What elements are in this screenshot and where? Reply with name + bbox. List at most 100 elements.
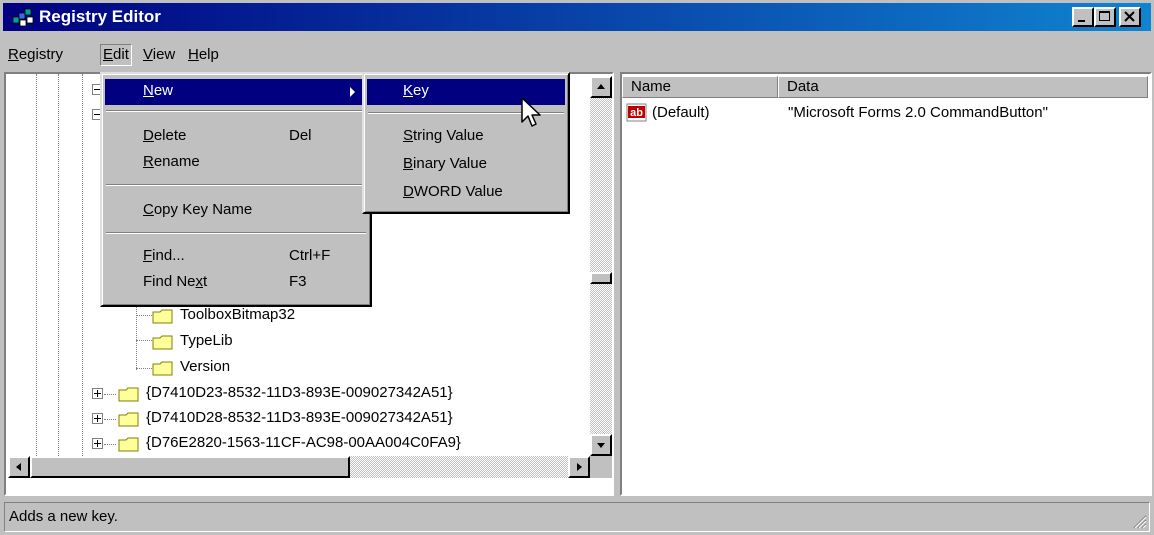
arrow-left-icon [16,463,21,471]
menu-item-rename[interactable]: Rename [105,150,367,176]
menu-item-delete-mnemonic: D [143,127,154,144]
menu-help-mnemonic: H [188,46,199,63]
tree-guide-line [104,394,116,395]
column-header-data[interactable]: Data [778,76,1148,98]
arrow-up-icon [597,84,605,89]
tree-item[interactable]: TypeLib [152,330,452,354]
close-button[interactable] [1119,7,1141,27]
tree-item-label: Version [180,358,231,375]
scroll-left-button[interactable] [8,456,30,478]
menu-item-find[interactable]: Find... Ctrl+F [105,244,367,270]
minimize-icon [1078,20,1085,22]
scrollbar-corner [590,456,612,478]
submenu-item-key-rest: ey [413,82,429,99]
tree-item-label: ToolboxBitmap32 [180,306,296,323]
values-list-pane[interactable]: Name Data ab (Default) "Microsoft Forms … [620,72,1152,496]
menu-item-find-rest: ind... [152,247,185,264]
tree-guide-line [82,74,83,456]
menu-view-rest: iew [152,46,176,63]
scroll-thumb[interactable] [590,272,612,284]
scroll-down-button[interactable] [590,434,612,456]
menu-item-find-shortcut: Ctrl+F [289,247,331,264]
menu-item-find-next-pre: Find Ne [143,273,196,290]
minimize-button[interactable] [1072,7,1094,27]
submenu-item-key-mnemonic: K [403,82,414,99]
menu-item-copy-key-name-rest: opy Key Name [153,201,253,218]
title-bar[interactable]: Registry Editor [3,3,1151,31]
folder-icon [118,412,139,427]
tree-expander-plus[interactable] [92,438,103,449]
status-text: Adds a new key. [9,508,118,525]
tree-guide-line [58,74,59,456]
mouse-pointer-icon [521,97,541,127]
tree-item-label: {D76E2820-1563-11CF-AC98-00AA004C0FA9} [146,434,461,451]
menu-help[interactable]: Help [186,45,221,65]
submenu-item-dword-value[interactable]: DWORD Value [367,180,565,206]
new-submenu: Key String Value Binary Value DWORD Valu… [362,72,570,214]
menu-item-delete-shortcut: Del [289,127,312,144]
edit-menu: New Delete Del Rename Copy Key Name Find… [100,72,372,307]
tree-item-label: {D7410D28-8532-11D3-893E-009027342A51} [146,409,453,426]
menu-item-find-next-rest: t [203,273,208,290]
menu-view[interactable]: View [141,45,177,65]
submenu-item-dword-value-mnemonic: D [403,183,414,200]
arrow-down-icon [597,443,605,448]
folder-icon [152,309,173,324]
menu-separator [106,110,366,112]
maximize-icon [1099,11,1110,21]
menu-registry[interactable]: Registry [6,45,65,65]
menu-help-rest: elp [198,46,219,63]
resize-grip-icon[interactable] [1129,511,1147,529]
close-icon [1124,11,1135,22]
scroll-right-button[interactable] [568,456,590,478]
submenu-item-binary-value[interactable]: Binary Value [367,152,565,178]
menu-registry-rest: egistry [18,46,64,63]
menu-edit[interactable]: Edit [100,44,132,66]
submenu-item-binary-value-rest: inary Value [413,155,487,172]
tree-guide-line [36,74,37,456]
tree-guide-line [136,315,152,316]
value-data: "Microsoft Forms 2.0 CommandButton" [788,104,1048,121]
menu-item-delete[interactable]: Delete Del [105,124,367,150]
submenu-item-string-value-mnemonic: S [403,127,414,144]
list-item[interactable]: ab (Default) "Microsoft Forms 2.0 Comman… [622,102,1148,124]
folder-icon [118,437,139,452]
tree-horizontal-scrollbar[interactable] [8,456,590,478]
tree-expander-plus[interactable] [92,388,103,399]
menu-item-find-next-shortcut: F3 [289,273,307,290]
scroll-up-button[interactable] [590,76,612,98]
folder-icon [118,387,139,402]
tree-item-label: {D7410D23-8532-11D3-893E-009027342A51} [146,384,453,401]
tree-vertical-scrollbar[interactable] [590,76,612,456]
menu-edit-mnemonic: E [103,46,114,63]
scroll-thumb[interactable] [30,456,350,478]
maximize-button[interactable] [1094,7,1116,27]
menu-edit-rest: dit [113,46,129,63]
menu-separator [106,184,366,186]
menu-item-new[interactable]: New [105,79,367,105]
tree-item[interactable]: Version [152,356,452,380]
tree-expander-plus[interactable] [92,413,103,424]
menu-item-rename-mnemonic: R [143,153,154,170]
menu-item-find-next-mnemonic: x [195,273,204,290]
submenu-arrow-icon [350,87,355,97]
menu-item-find-next[interactable]: Find Next F3 [105,270,367,296]
column-header-name[interactable]: Name [622,76,778,98]
registry-editor-icon [12,8,34,27]
status-bar: Adds a new key. [4,502,1150,532]
menu-item-copy-key-name-mnemonic: C [143,201,154,218]
menu-bar: Registry Edit View Help [3,42,1151,70]
tree-guide-line [136,340,152,341]
tree-item[interactable]: {D76E2820-1563-11CF-AC98-00AA004C0FA9} [92,432,582,456]
tree-item[interactable]: {D7410D28-8532-11D3-893E-009027342A51} [92,407,582,431]
tree-item[interactable]: {D7410D23-8532-11D3-893E-009027342A51} [92,382,582,406]
menu-registry-mnemonic: R [8,46,19,63]
submenu-item-dword-value-rest: WORD Value [413,183,503,200]
menu-item-rename-rest: ename [153,153,200,170]
menu-item-copy-key-name[interactable]: Copy Key Name [105,198,367,224]
menu-item-find-mnemonic: F [143,247,153,264]
menu-separator [106,232,366,234]
tree-item[interactable]: ToolboxBitmap32 [152,304,452,328]
tree-guide-line [104,444,116,445]
tree-item-label: TypeLib [180,332,233,349]
